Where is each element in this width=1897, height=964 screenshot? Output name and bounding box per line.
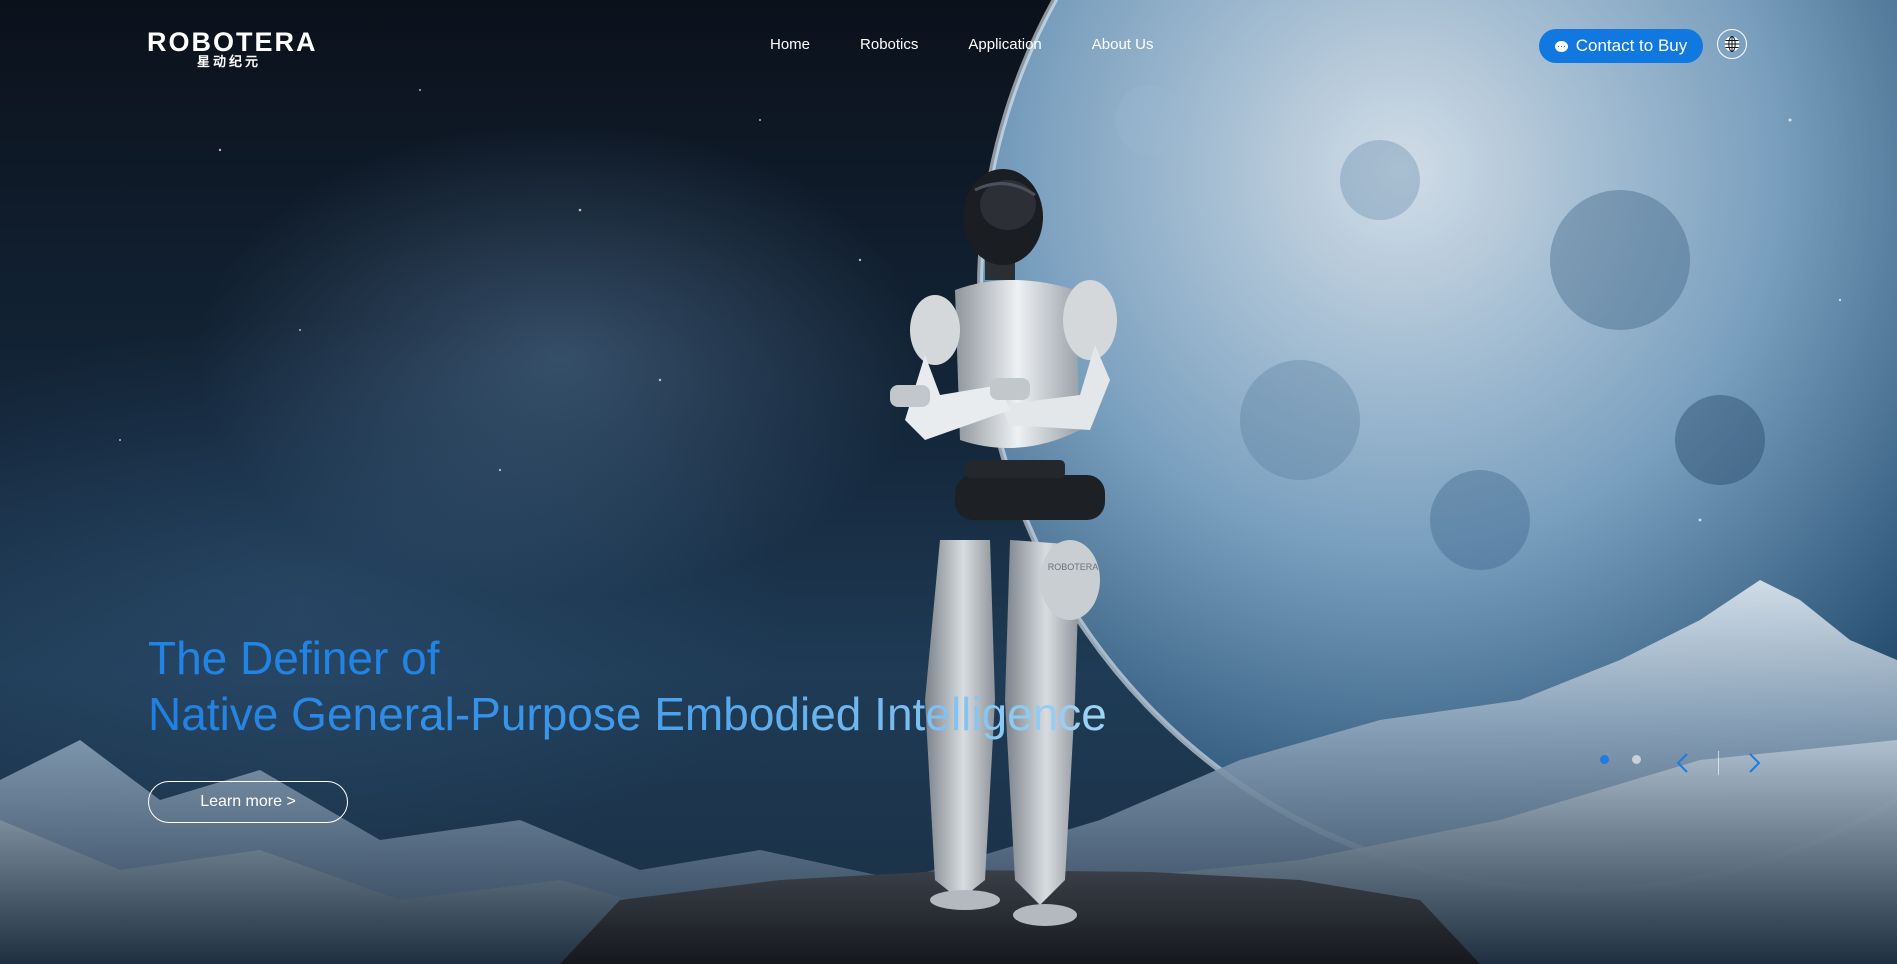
learn-more-button[interactable]: Learn more > [148, 781, 348, 823]
hero-title-line-1: The Definer of [148, 632, 440, 684]
contact-to-buy-button[interactable]: Contact to Buy [1539, 29, 1703, 63]
nav-item-home[interactable]: Home [770, 36, 810, 53]
hero-headline: The Definer of Native General-Purpose Em… [148, 630, 1107, 742]
chevron-left-icon [1676, 753, 1688, 773]
globe-icon [1724, 36, 1740, 52]
chevron-right-icon [1749, 753, 1761, 773]
language-switch-button[interactable] [1717, 29, 1747, 59]
hero-title-line-2: Native General-Purpose Embodied Intellig… [148, 688, 1107, 740]
humanoid-robot-illustration: ROBOTERA [890, 169, 1117, 926]
nav-item-robotics[interactable]: Robotics [860, 36, 918, 53]
carousel-prev-button[interactable] [1668, 749, 1696, 777]
carousel-divider [1718, 751, 1719, 775]
hero-banner: ROBOTERA ROBOTERA 星动纪元 Home Robotics App… [0, 0, 1897, 964]
carousel-controls [1668, 749, 1769, 777]
carousel-pagination [1600, 755, 1641, 764]
nav-item-application[interactable]: Application [968, 36, 1041, 53]
brand-wordmark-cn: 星动纪元 [197, 55, 262, 70]
brand-logo[interactable]: ROBOTERA 星动纪元 [147, 29, 342, 71]
svg-text:ROBOTERA: ROBOTERA [1048, 562, 1099, 572]
carousel-dot-1[interactable] [1600, 755, 1609, 764]
carousel-next-button[interactable] [1741, 749, 1769, 777]
chat-bubble-icon [1554, 40, 1568, 52]
carousel-dot-2[interactable] [1632, 755, 1641, 764]
nav-item-about-us[interactable]: About Us [1092, 36, 1154, 53]
contact-to-buy-label: Contact to Buy [1575, 36, 1688, 55]
main-nav: Home Robotics Application About Us [770, 36, 1153, 53]
